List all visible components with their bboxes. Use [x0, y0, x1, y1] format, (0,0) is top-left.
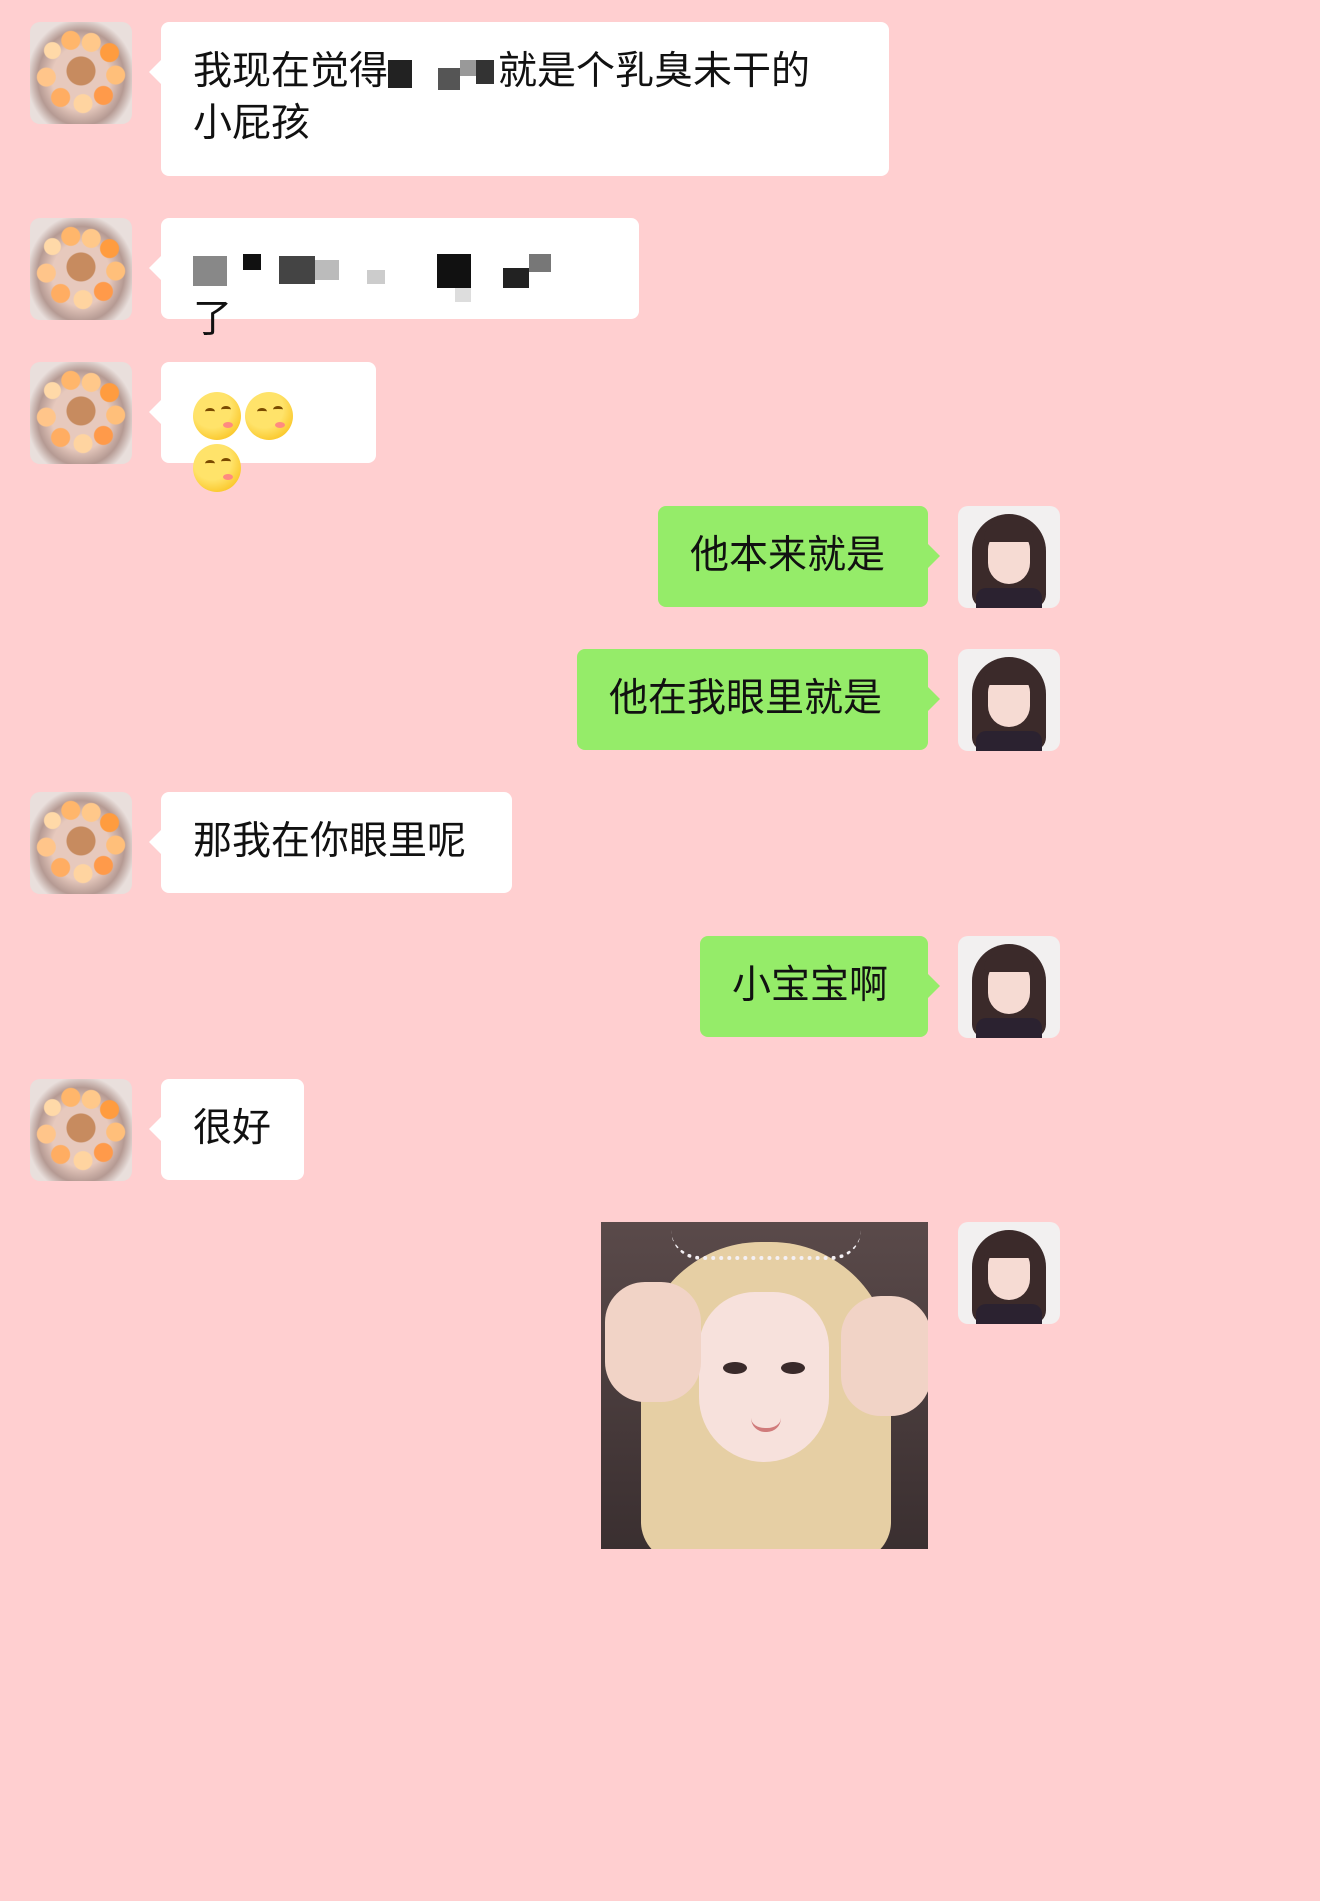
message-bubble-incoming[interactable]: 那我在你眼里呢	[149, 792, 512, 893]
smirk-emoji-icon	[245, 391, 293, 440]
message-bubble-outgoing[interactable]: 他在我眼里就是	[577, 649, 940, 750]
message-bubble-incoming[interactable]: 我现在觉得 就是个乳臭未干的 小屁孩	[149, 22, 889, 176]
message-text: 他在我眼里就是	[609, 676, 883, 721]
my-avatar[interactable]	[958, 1222, 1060, 1324]
my-avatar[interactable]	[958, 649, 1060, 751]
message-bubble-incoming[interactable]: 很好	[149, 1079, 304, 1180]
contact-avatar[interactable]	[30, 218, 132, 320]
contact-avatar[interactable]	[30, 792, 132, 894]
my-avatar[interactable]	[958, 936, 1060, 1038]
message-text: 小宝宝啊	[732, 963, 889, 1008]
redacted-mosaic	[193, 248, 563, 302]
selfie-photo-message[interactable]	[601, 1222, 928, 1549]
message-bubble-outgoing[interactable]: 他本来就是	[658, 506, 940, 607]
message-text: 了	[193, 297, 233, 342]
chat-history: 我现在觉得 就是个乳臭未干的 小屁孩 了 他本来就是 他在我眼里就是 那我在你眼…	[0, 0, 1089, 1568]
smirk-emoji-icon	[193, 443, 241, 492]
message-bubble-incoming[interactable]	[149, 362, 376, 492]
message-bubble-outgoing[interactable]: 小宝宝啊	[700, 936, 940, 1037]
message-text: 小屁孩	[193, 101, 311, 146]
my-avatar[interactable]	[958, 506, 1060, 608]
redacted-mosaic	[388, 54, 498, 94]
message-text: 很好	[193, 1106, 272, 1151]
message-text: 他本来就是	[690, 533, 886, 578]
contact-avatar[interactable]	[30, 22, 132, 124]
contact-avatar[interactable]	[30, 1079, 132, 1181]
message-bubble-incoming[interactable]: 了	[149, 218, 639, 342]
contact-avatar[interactable]	[30, 362, 132, 464]
message-text: 我现在觉得	[193, 49, 389, 94]
message-text: 就是个乳臭未干的	[498, 49, 811, 94]
message-text: 那我在你眼里呢	[193, 819, 467, 864]
smirk-emoji-icon	[193, 391, 241, 440]
